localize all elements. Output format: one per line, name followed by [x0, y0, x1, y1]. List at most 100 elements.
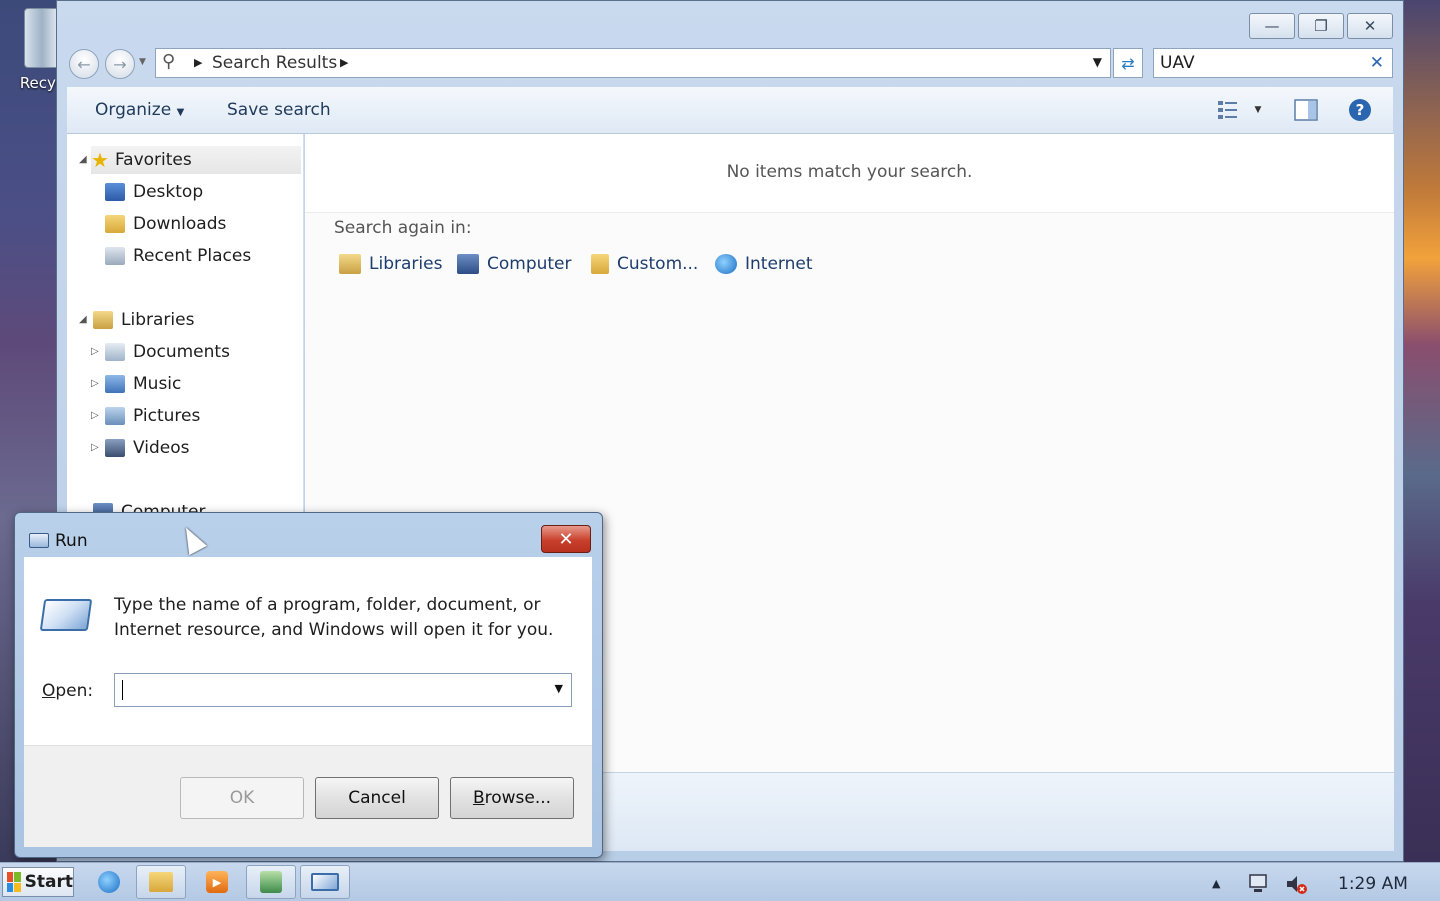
- open-label-rest: pen:: [55, 681, 94, 701]
- nav-documents[interactable]: Documents: [105, 338, 230, 366]
- no-items-message: No items match your search.: [726, 162, 973, 182]
- browse-label-rest: rowse...: [484, 788, 552, 808]
- nav-music[interactable]: Music: [105, 370, 181, 398]
- nav-libraries[interactable]: Libraries: [93, 306, 194, 334]
- search-again-custom-label: Custom...: [617, 254, 699, 274]
- restore-icon: ❐: [1314, 17, 1328, 35]
- view-options-icon[interactable]: [1215, 97, 1241, 123]
- taskbar-run[interactable]: [300, 865, 350, 899]
- system-clock[interactable]: 1:29 AM: [1338, 874, 1408, 894]
- breadcrumb-search-results[interactable]: Search Results: [212, 53, 337, 73]
- save-search-button[interactable]: Save search: [227, 100, 331, 120]
- open-dropdown-icon[interactable]: ▼: [555, 682, 563, 695]
- network-icon[interactable]: [1248, 873, 1272, 899]
- nav-videos[interactable]: Videos: [105, 434, 190, 462]
- nav-desktop-label: Desktop: [133, 182, 204, 202]
- refresh-button[interactable]: ⇄: [1113, 48, 1143, 78]
- address-row: ← → ▼ ⚲ ▶ Search Results ▶ ▼ ⇄ UAV ✕: [69, 47, 1393, 81]
- preview-pane-icon[interactable]: [1293, 97, 1319, 123]
- app-icon: [260, 871, 282, 893]
- back-button[interactable]: ←: [69, 49, 99, 79]
- videos-icon: [105, 439, 125, 457]
- minimize-button[interactable]: —: [1249, 13, 1295, 39]
- organize-button[interactable]: Organize ▼: [95, 100, 184, 120]
- search-again-custom[interactable]: Custom...: [591, 254, 698, 274]
- media-player-icon: ▶: [206, 871, 228, 893]
- libraries-icon: [93, 311, 113, 329]
- taskbar-media-player[interactable]: ▶: [192, 865, 242, 899]
- search-again-computer-label: Computer: [487, 254, 572, 274]
- svg-text:?: ?: [1356, 101, 1365, 119]
- run-program-icon: [39, 599, 93, 631]
- nav-desktop[interactable]: Desktop: [105, 178, 203, 206]
- refresh-icon: ⇄: [1121, 53, 1135, 73]
- organize-label: Organize: [95, 100, 172, 120]
- cancel-button[interactable]: Cancel: [315, 777, 439, 819]
- search-again-label: Search again in:: [334, 218, 472, 238]
- close-button[interactable]: ✕: [1347, 13, 1393, 39]
- music-icon: [105, 375, 125, 393]
- star-icon: ★: [91, 148, 109, 172]
- taskbar-internet-explorer[interactable]: [84, 865, 134, 899]
- open-combobox-input[interactable]: ▼: [114, 673, 572, 707]
- breadcrumb-arrow-icon[interactable]: ▶: [340, 56, 348, 69]
- nav-downloads-label: Downloads: [133, 214, 227, 234]
- taskbar-app[interactable]: [246, 865, 296, 899]
- window-caption-buttons: — ❐ ✕: [1249, 13, 1393, 39]
- open-label: Open:: [42, 681, 93, 701]
- forward-button[interactable]: →: [105, 49, 135, 79]
- recent-pages-chevron-icon[interactable]: ▼: [139, 57, 146, 67]
- internet-explorer-icon: [715, 254, 737, 274]
- browse-button[interactable]: Browse...: [450, 777, 574, 819]
- search-again-internet[interactable]: Internet: [715, 254, 813, 274]
- view-dropdown-icon[interactable]: ▼: [1245, 97, 1271, 123]
- collapse-favorites-icon[interactable]: ◢: [79, 154, 87, 165]
- desktop-icon: [105, 183, 125, 201]
- recycle-bin-icon: [24, 8, 60, 68]
- address-bar[interactable]: ⚲ ▶ Search Results ▶ ▼: [155, 48, 1111, 78]
- expand-documents-icon[interactable]: ▷: [91, 346, 99, 357]
- breadcrumb-arrow-icon[interactable]: ▶: [194, 56, 202, 69]
- run-title-icon: [29, 533, 49, 548]
- expand-pictures-icon[interactable]: ▷: [91, 410, 99, 421]
- collapse-libraries-icon[interactable]: ◢: [79, 314, 87, 325]
- search-again-computer[interactable]: Computer: [457, 254, 572, 274]
- close-icon: ✕: [1363, 17, 1377, 35]
- taskbar-explorer[interactable]: [136, 865, 186, 899]
- libraries-icon: [339, 254, 361, 274]
- chevron-down-icon: ▼: [176, 107, 185, 118]
- nav-music-label: Music: [133, 374, 182, 394]
- forward-arrow-icon: →: [113, 54, 127, 74]
- volume-muted-icon[interactable]: [1284, 873, 1308, 899]
- start-button[interactable]: Start: [2, 867, 74, 897]
- show-hidden-icons-icon[interactable]: ▲: [1212, 877, 1220, 890]
- custom-folder-icon: [591, 254, 609, 274]
- computer-icon: [457, 254, 479, 274]
- close-icon: ✕: [558, 528, 574, 550]
- browse-accesskey: B: [472, 788, 485, 808]
- recent-places-icon: [105, 247, 125, 265]
- nav-favorites[interactable]: ★ Favorites: [91, 146, 301, 174]
- expand-videos-icon[interactable]: ▷: [91, 442, 99, 453]
- documents-icon: [105, 343, 125, 361]
- search-input[interactable]: UAV ✕: [1153, 48, 1393, 78]
- run-description: Type the name of a program, folder, docu…: [114, 595, 554, 640]
- search-again-libraries[interactable]: Libraries: [339, 254, 442, 274]
- address-dropdown-icon[interactable]: ▼: [1093, 55, 1102, 69]
- nav-downloads[interactable]: Downloads: [105, 210, 226, 238]
- help-icon[interactable]: ?: [1347, 97, 1373, 123]
- navigation-pane: ◢ ★ Favorites Desktop Downloads Recent P…: [67, 134, 304, 514]
- back-arrow-icon: ←: [77, 54, 91, 74]
- expand-music-icon[interactable]: ▷: [91, 378, 99, 389]
- maximize-button[interactable]: ❐: [1298, 13, 1344, 39]
- run-dialog-body: Type the name of a program, folder, docu…: [24, 557, 592, 745]
- search-query: UAV: [1160, 53, 1195, 73]
- pictures-icon: [105, 407, 125, 425]
- clear-search-icon[interactable]: ✕: [1370, 53, 1384, 73]
- run-dialog-title: Run: [55, 531, 88, 551]
- open-label-accesskey: O: [42, 681, 56, 701]
- run-close-button[interactable]: ✕: [541, 525, 591, 553]
- ok-button[interactable]: OK: [180, 777, 304, 819]
- nav-pictures[interactable]: Pictures: [105, 402, 200, 430]
- nav-recent-places[interactable]: Recent Places: [105, 242, 251, 270]
